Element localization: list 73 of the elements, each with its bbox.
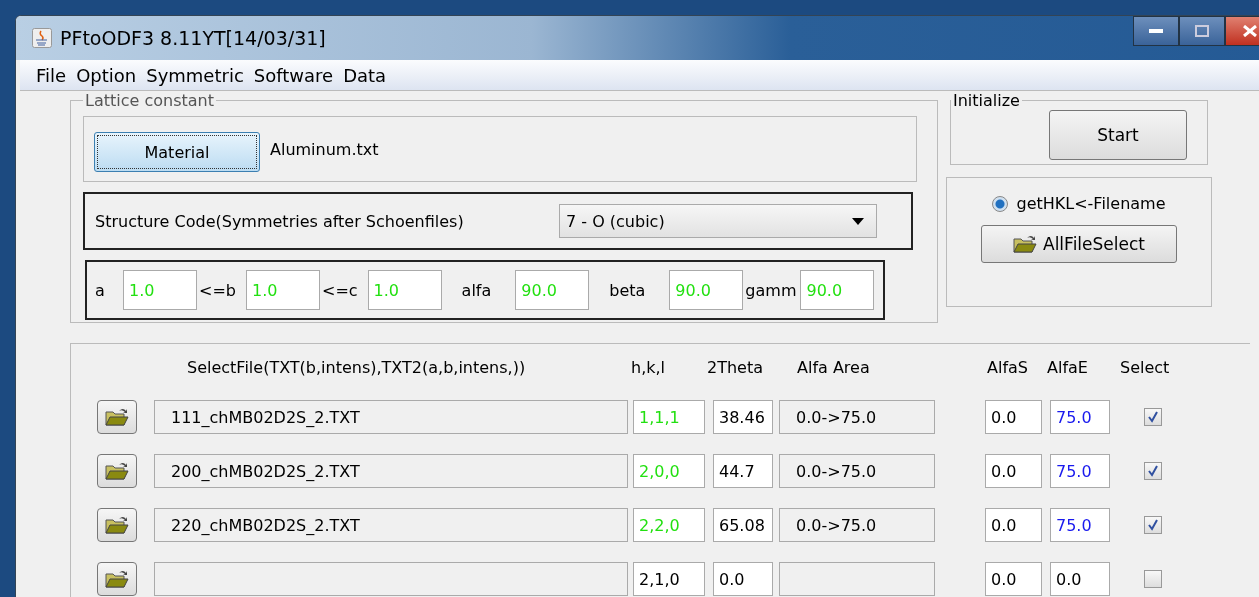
structure-dropdown[interactable]: 7 - O (cubic) [559, 204, 877, 238]
alfa-s-field[interactable]: 0.0 [985, 400, 1042, 434]
radio-label: getHKL<-Filename [1016, 194, 1166, 213]
maximize-icon [1195, 25, 1209, 37]
parameter-label: <=b [198, 280, 237, 300]
minimize-button[interactable] [1133, 16, 1179, 46]
minimize-icon [1149, 29, 1163, 33]
parameter-label: <=c [320, 280, 359, 300]
menu-item[interactable]: File [36, 64, 67, 86]
column-header: AlfaS [987, 358, 1028, 377]
parameter-label: gamm [744, 280, 798, 300]
select-checkbox[interactable] [1144, 408, 1162, 426]
java-cup-icon [32, 28, 52, 48]
select-checkbox[interactable] [1144, 570, 1162, 588]
start-button[interactable]: Start [1049, 110, 1187, 160]
column-header: h,k,l [631, 358, 666, 377]
menu-item[interactable]: Data [343, 64, 387, 86]
close-icon [1243, 25, 1257, 37]
checkmark-icon [1147, 519, 1159, 531]
maximize-button[interactable] [1179, 16, 1225, 46]
column-header: SelectFile(TXT(b,intens),TXT2(a,b,intens,)) [187, 358, 526, 377]
open-file-button[interactable] [97, 508, 137, 542]
checkmark-icon [1147, 465, 1159, 477]
folder-icon [1013, 234, 1037, 254]
open-file-button[interactable] [97, 454, 137, 488]
column-header: AlfaE [1047, 358, 1088, 377]
two-theta-field[interactable]: 65.08 [713, 508, 773, 542]
folder-icon [105, 515, 129, 535]
two-theta-field[interactable]: 38.46 [713, 400, 773, 434]
parameter-label: beta [608, 280, 647, 300]
two-theta-field[interactable]: 44.7 [713, 454, 773, 488]
structure-label: Structure Code(Symmetries after Schoenfiles) [95, 211, 464, 231]
alfa-area-field[interactable]: 0.0->75.0 [779, 508, 935, 542]
alfa-e-field[interactable]: 75.0 [1050, 508, 1110, 542]
open-file-button[interactable] [97, 562, 137, 596]
column-header: Select [1120, 358, 1170, 377]
folder-icon [105, 461, 129, 481]
alfa-s-field[interactable]: 0.0 [985, 508, 1042, 542]
window-title: PFtoODF3 8.11YT[14/03/31] [60, 27, 326, 49]
two-theta-field[interactable]: 0.0 [713, 562, 773, 596]
alfa-s-field[interactable]: 0.0 [985, 454, 1042, 488]
dropdown-arrow-icon [852, 217, 864, 225]
material-file-name: Aluminum.txt [270, 139, 379, 159]
file-name-field[interactable]: 220_chMB02D2S_2.TXT [154, 508, 628, 542]
menu-item[interactable]: Option [76, 64, 137, 86]
column-header: Alfa Area [797, 358, 870, 377]
column-header: 2Theta [707, 358, 763, 377]
select-checkbox[interactable] [1144, 462, 1162, 480]
alfa-e-field[interactable]: 0.0 [1050, 562, 1110, 596]
file-name-field[interactable]: 111_chMB02D2S_2.TXT [154, 400, 628, 434]
folder-icon [105, 407, 129, 427]
radio-button[interactable] [992, 195, 1009, 212]
folder-icon [105, 569, 129, 589]
parameter-label: alfa [460, 280, 493, 300]
all-file-select-button[interactable]: AllFileSelect [981, 225, 1177, 263]
select-checkbox[interactable] [1144, 516, 1162, 534]
menu-item[interactable]: Software [253, 64, 334, 86]
group-title: Lattice constant [84, 91, 215, 110]
checkmark-icon [1147, 411, 1159, 423]
file-name-field[interactable] [154, 562, 628, 596]
alfa-area-field[interactable]: 0.0->75.0 [779, 400, 935, 434]
file-name-field[interactable]: 200_chMB02D2S_2.TXT [154, 454, 628, 488]
alfa-e-field[interactable]: 75.0 [1050, 400, 1110, 434]
parameter-label: a [94, 280, 106, 300]
open-file-button[interactable] [97, 400, 137, 434]
alfa-area-field[interactable] [779, 562, 935, 596]
alfa-e-field[interactable]: 75.0 [1050, 454, 1110, 488]
alfa-area-field[interactable]: 0.0->75.0 [779, 454, 935, 488]
group-title: Initialize [952, 91, 1021, 110]
material-button[interactable]: Material [94, 132, 260, 172]
alfa-s-field[interactable]: 0.0 [985, 562, 1042, 596]
hkl-field[interactable]: 2,1,0 [633, 562, 705, 596]
menu-item[interactable]: Symmetric [146, 64, 244, 86]
